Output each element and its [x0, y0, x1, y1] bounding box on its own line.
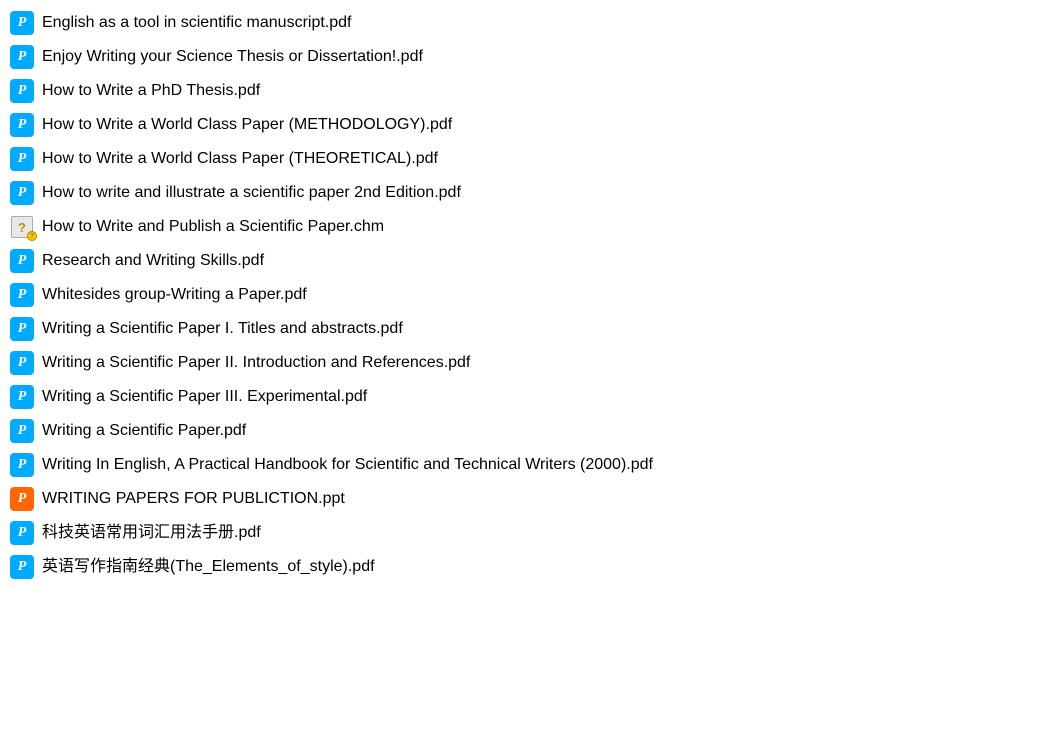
file-name: Whitesides group-Writing a Paper.pdf: [42, 282, 307, 308]
file-name: How to Write a World Class Paper (THEORE…: [42, 146, 438, 172]
file-name: Writing In English, A Practical Handbook…: [42, 452, 653, 478]
list-item[interactable]: Writing a Scientific Paper III. Experime…: [0, 380, 1060, 414]
file-name: Writing a Scientific Paper I. Titles and…: [42, 316, 403, 342]
pdf-icon: [8, 349, 36, 377]
file-list: English as a tool in scientific manuscri…: [0, 6, 1060, 584]
pdf-icon: [8, 417, 36, 445]
file-name: Research and Writing Skills.pdf: [42, 248, 264, 274]
file-name: How to Write and Publish a Scientific Pa…: [42, 214, 384, 240]
list-item[interactable]: How to Write a PhD Thesis.pdf: [0, 74, 1060, 108]
list-item[interactable]: How to Write a World Class Paper (METHOD…: [0, 108, 1060, 142]
pdf-icon: [8, 43, 36, 71]
file-name: Writing a Scientific Paper.pdf: [42, 418, 246, 444]
file-name: English as a tool in scientific manuscri…: [42, 10, 351, 36]
pdf-icon: [8, 77, 36, 105]
pdf-icon: [8, 145, 36, 173]
pdf-icon: [8, 179, 36, 207]
pdf-icon: [8, 9, 36, 37]
list-item[interactable]: Whitesides group-Writing a Paper.pdf: [0, 278, 1060, 312]
pdf-icon: [8, 281, 36, 309]
file-name: How to write and illustrate a scientific…: [42, 180, 461, 206]
list-item[interactable]: Writing a Scientific Paper II. Introduct…: [0, 346, 1060, 380]
list-item[interactable]: 英语写作指南经典(The_Elements_of_style).pdf: [0, 550, 1060, 584]
chm-icon: ?: [8, 213, 36, 241]
list-item[interactable]: Writing a Scientific Paper I. Titles and…: [0, 312, 1060, 346]
file-name: How to Write a World Class Paper (METHOD…: [42, 112, 452, 138]
list-item[interactable]: How to Write a World Class Paper (THEORE…: [0, 142, 1060, 176]
file-name: Writing a Scientific Paper III. Experime…: [42, 384, 367, 410]
file-name: 科技英语常用词汇用法手册.pdf: [42, 520, 261, 546]
file-name: Enjoy Writing your Science Thesis or Dis…: [42, 44, 423, 70]
list-item[interactable]: Writing a Scientific Paper.pdf: [0, 414, 1060, 448]
pdf-icon: [8, 247, 36, 275]
list-item[interactable]: 科技英语常用词汇用法手册.pdf: [0, 516, 1060, 550]
list-item[interactable]: Research and Writing Skills.pdf: [0, 244, 1060, 278]
list-item[interactable]: English as a tool in scientific manuscri…: [0, 6, 1060, 40]
pdf-icon: [8, 111, 36, 139]
list-item[interactable]: Writing In English, A Practical Handbook…: [0, 448, 1060, 482]
list-item[interactable]: ? How to Write and Publish a Scientific …: [0, 210, 1060, 244]
ppt-icon: [8, 485, 36, 513]
file-name: WRITING PAPERS FOR PUBLICTION.ppt: [42, 486, 345, 512]
list-item[interactable]: How to write and illustrate a scientific…: [0, 176, 1060, 210]
pdf-icon: [8, 519, 36, 547]
pdf-icon: [8, 315, 36, 343]
list-item[interactable]: WRITING PAPERS FOR PUBLICTION.ppt: [0, 482, 1060, 516]
file-name: How to Write a PhD Thesis.pdf: [42, 78, 260, 104]
file-name: Writing a Scientific Paper II. Introduct…: [42, 350, 470, 376]
file-name: 英语写作指南经典(The_Elements_of_style).pdf: [42, 554, 375, 580]
pdf-icon: [8, 553, 36, 581]
pdf-icon: [8, 383, 36, 411]
list-item[interactable]: Enjoy Writing your Science Thesis or Dis…: [0, 40, 1060, 74]
pdf-icon: [8, 451, 36, 479]
